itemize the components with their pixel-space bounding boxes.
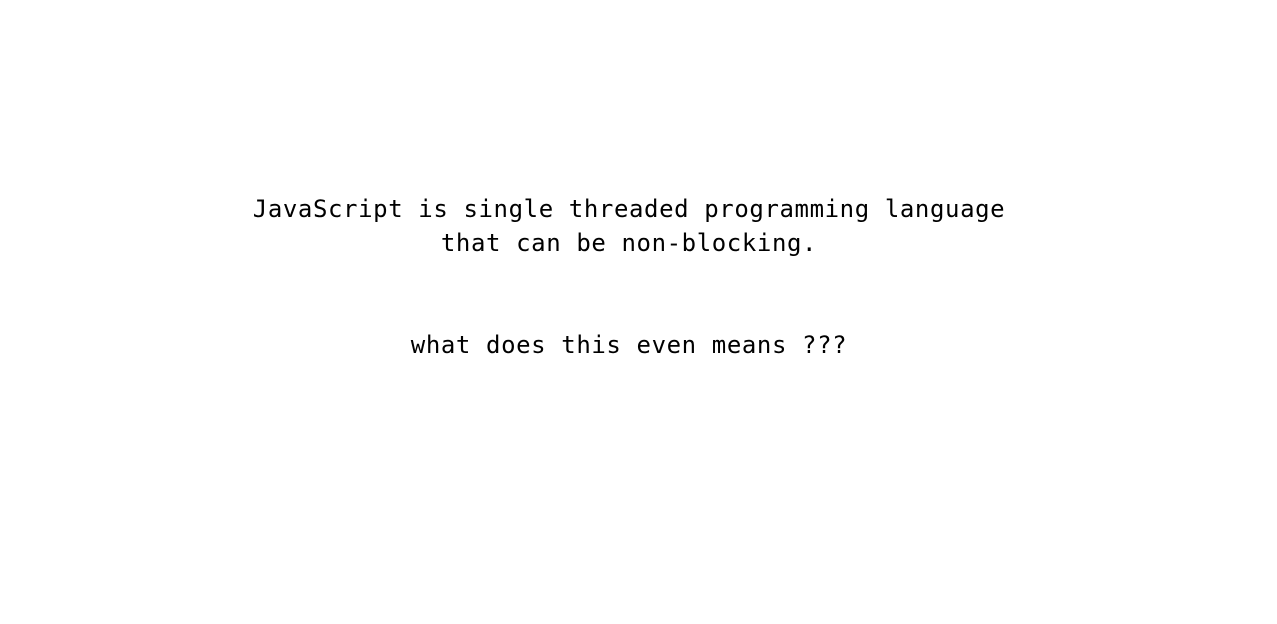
statement-line-2: that can be non-blocking. — [440, 229, 818, 257]
statement-line-1: JavaScript is single threaded programmin… — [252, 195, 1006, 223]
slide-canvas: JavaScript is single threaded programmin… — [0, 0, 1277, 624]
question-text: what does this even means ??? — [410, 331, 848, 359]
